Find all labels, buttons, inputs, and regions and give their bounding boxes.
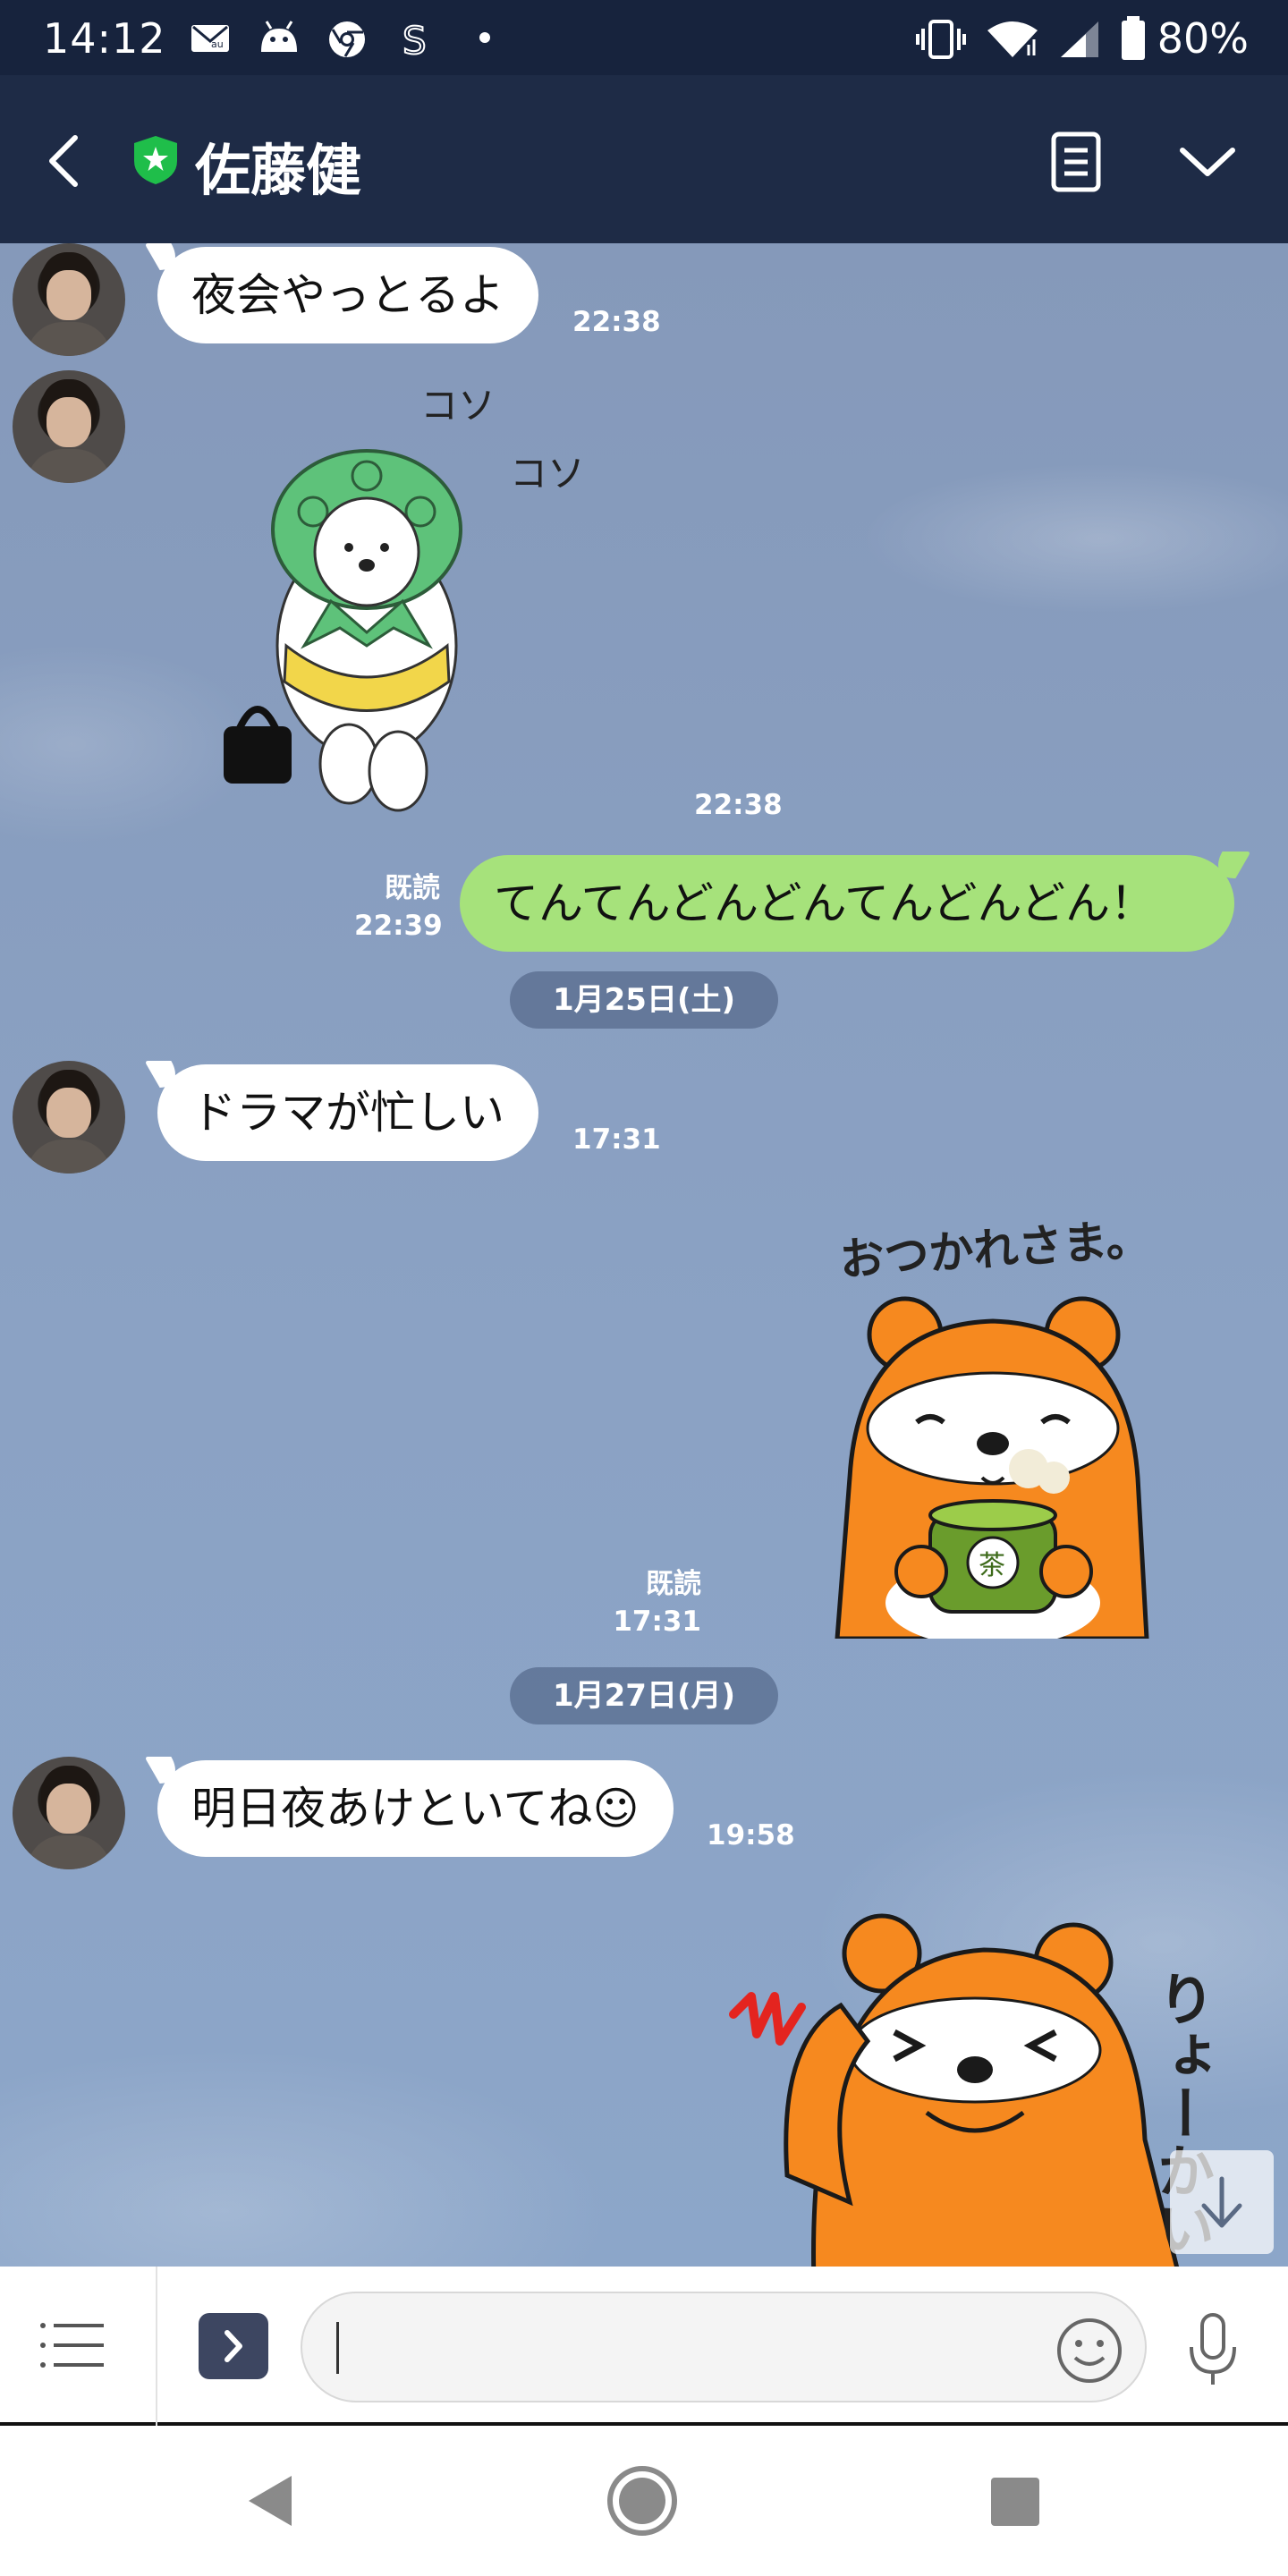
text-cursor: [336, 2322, 339, 2374]
chrome-icon: [329, 21, 365, 57]
expand-button[interactable]: [199, 2313, 268, 2379]
back-button[interactable]: [36, 125, 98, 197]
microphone-icon[interactable]: [1177, 2309, 1249, 2390]
date-divider: 1月25日(土): [510, 971, 778, 1029]
chevron-down-icon[interactable]: [1172, 129, 1243, 195]
message-input[interactable]: [301, 2292, 1147, 2402]
message-input-bar: [0, 2267, 1288, 2426]
au-icon: au: [211, 38, 224, 48]
incoming-message-bubble[interactable]: 夜会やっとるよ: [157, 247, 538, 343]
incoming-message-bubble[interactable]: ドラマが忙しい: [157, 1064, 538, 1161]
vibrate-icon: [916, 20, 966, 59]
chat-area[interactable]: 夜会やっとるよ 22:38 コソ コソ 22:38 既読 22:39 てんてんど…: [0, 243, 1288, 2267]
sticker-text: コソ: [510, 452, 585, 496]
read-label: 既読: [385, 872, 440, 904]
read-label: 既読: [646, 1568, 701, 1600]
avatar[interactable]: [13, 243, 125, 356]
date-divider: 1月27日(月): [510, 1667, 778, 1724]
dog-green-hood-sticker[interactable]: コソ コソ: [215, 377, 608, 825]
nav-home-icon[interactable]: [605, 2463, 680, 2538]
battery-percentage: 80%: [1157, 14, 1249, 63]
message-time: 17:31: [613, 1606, 701, 1638]
chevron-right-icon: [225, 2330, 242, 2362]
scroll-to-bottom-button[interactable]: [1170, 2150, 1274, 2254]
message-time: 22:39: [354, 910, 443, 942]
shield-star-icon: [134, 136, 177, 184]
notes-button[interactable]: [1045, 129, 1107, 195]
avatar[interactable]: [13, 370, 125, 483]
chat-title: 佐藤健: [195, 138, 362, 203]
nav-recents-icon[interactable]: [991, 2478, 1039, 2526]
bear-tea-sticker[interactable]: おつかれさま。 茶: [823, 1209, 1163, 1639]
message-time: 22:38: [694, 789, 783, 821]
list-menu-icon[interactable]: [36, 2309, 111, 2381]
svg-text:au: au: [211, 38, 224, 48]
dot-icon: [479, 32, 490, 43]
chat-header: 佐藤健: [0, 75, 1288, 243]
sticker-text: おつかれさま。: [838, 1213, 1152, 1286]
svg-text:S: S: [402, 20, 427, 59]
message-time: 17:31: [572, 1123, 661, 1156]
read-receipt: 既読 17:31: [608, 1565, 701, 1640]
message-time: 19:58: [707, 1819, 795, 1852]
sticker-text: コソ: [420, 384, 496, 428]
status-time: 14:12: [43, 14, 166, 63]
wifi-icon: [987, 21, 1038, 57]
battery-icon: [1122, 16, 1145, 60]
smiley-icon[interactable]: [1054, 2315, 1125, 2386]
android-icon: [261, 21, 297, 52]
cup-label: 茶: [979, 1550, 1005, 1581]
phone-screen: 14:12 au S 80% 佐藤健 夜会やっとるよ 22:38 コソ コソ 2…: [0, 0, 1288, 2576]
s-icon: S: [402, 20, 428, 59]
signal-icon: [1061, 21, 1098, 57]
avatar[interactable]: [13, 1757, 125, 1869]
incoming-message-bubble[interactable]: 明日夜あけといてね☺: [157, 1760, 674, 1857]
nav-back-icon[interactable]: [238, 2465, 309, 2537]
divider: [156, 2267, 157, 2426]
arrow-down-icon: [1201, 2176, 1242, 2228]
system-navigation-bar: [0, 2426, 1288, 2576]
read-receipt: 既読 22:39: [354, 869, 443, 945]
message-time: 22:38: [572, 306, 661, 338]
status-bar: 14:12 au S 80%: [0, 0, 1288, 75]
outgoing-message-bubble[interactable]: てんてんどんどんてんどんどん！: [460, 855, 1234, 952]
avatar[interactable]: [13, 1061, 125, 1174]
